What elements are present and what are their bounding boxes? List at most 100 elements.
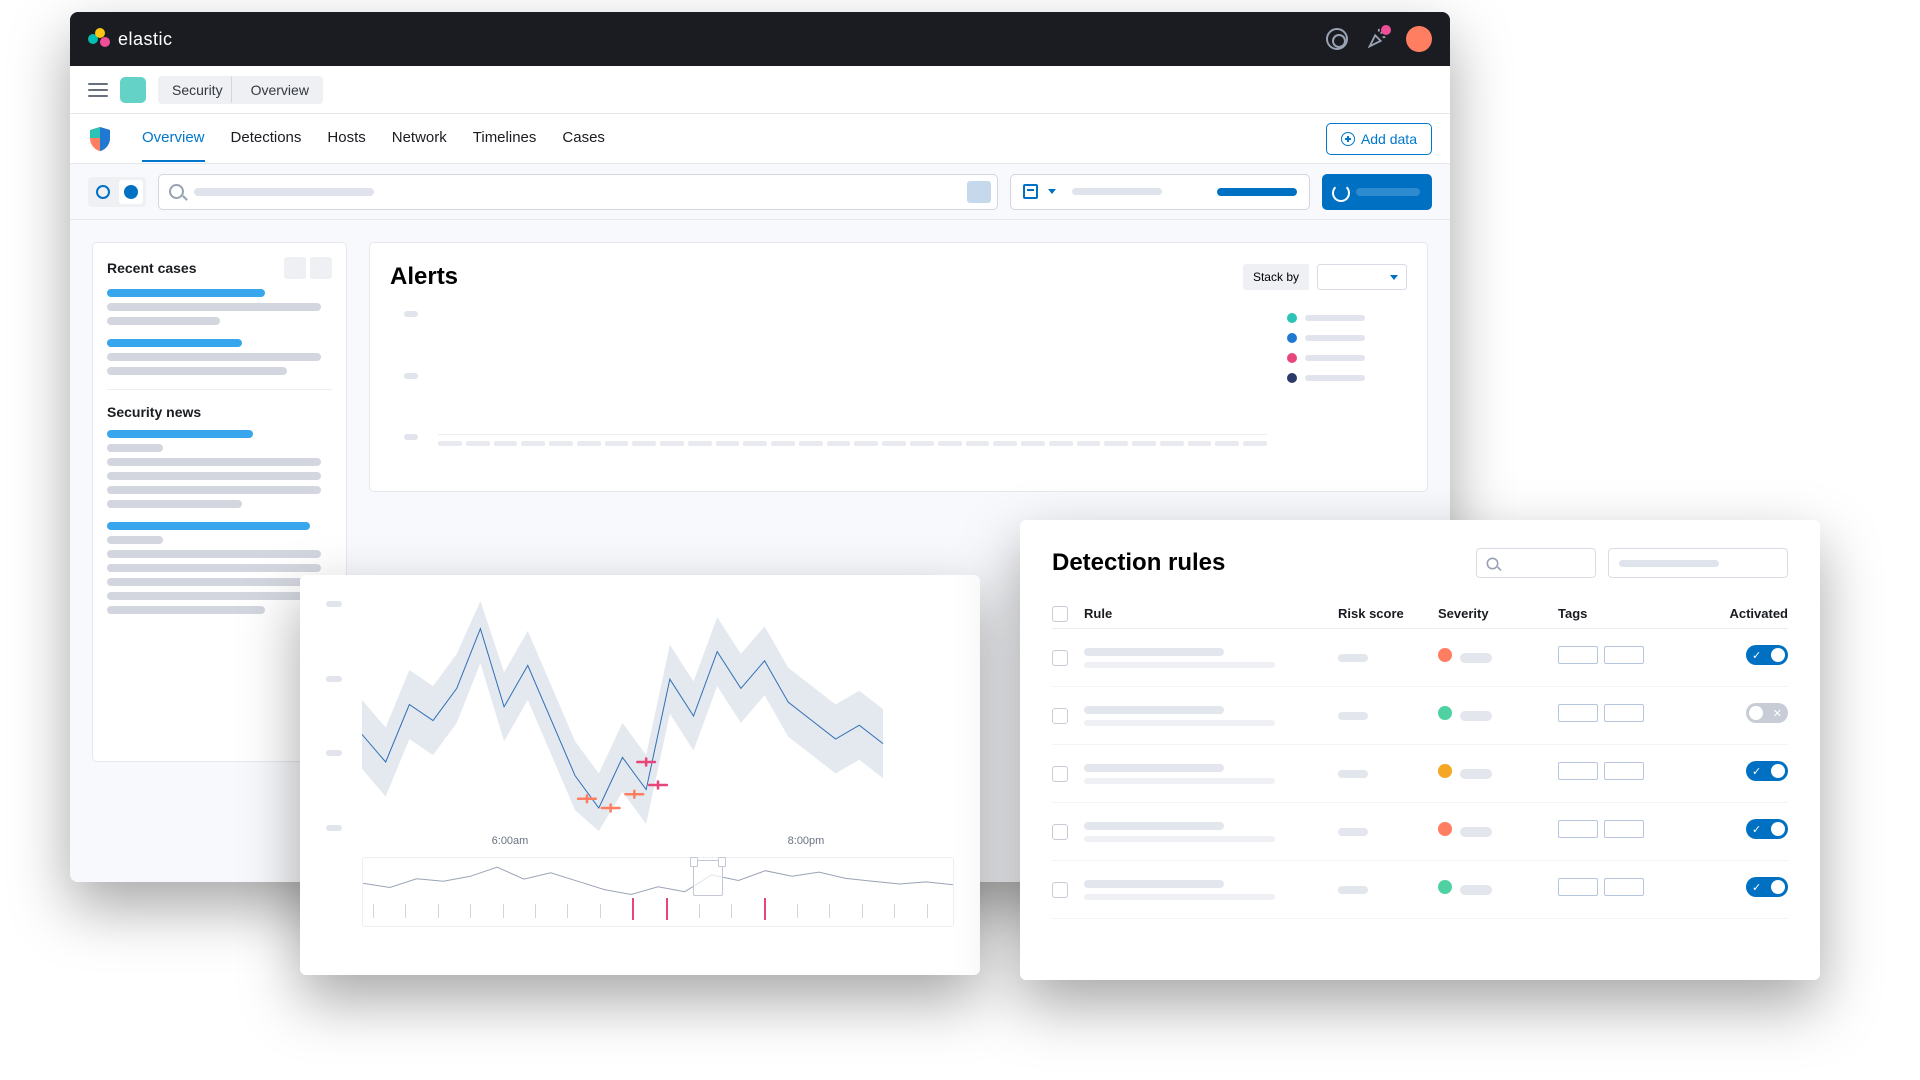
table-row[interactable]: ✓ [1052,861,1788,919]
news-link[interactable] [107,430,253,438]
elastic-logo-icon [88,28,110,50]
line-x-axis: 6:00am 8:00pm [362,835,954,847]
plus-circle-icon [1341,132,1355,146]
tag-badge[interactable] [1558,820,1598,838]
space-selector[interactable] [120,77,146,103]
date-range-picker[interactable] [1010,174,1310,210]
anomaly-chart-panel: 6:00am 8:00pm [300,575,980,975]
recent-cases-title: Recent cases [107,260,197,276]
tag-badge[interactable] [1604,820,1644,838]
chevron-down-icon [1390,275,1398,280]
tab-overview[interactable]: Overview [142,115,205,162]
timeline-minimap[interactable] [362,857,954,927]
news-link[interactable] [107,522,310,530]
rules-search-input[interactable] [1476,548,1596,578]
case-link[interactable] [107,339,242,347]
tab-hosts[interactable]: Hosts [327,115,365,162]
panel-action-icon[interactable] [310,257,332,279]
filter-mode-solid[interactable] [119,180,143,204]
tab-cases[interactable]: Cases [562,115,605,162]
panel-action-icon[interactable] [284,257,306,279]
legend-item[interactable] [1287,353,1407,363]
case-text [107,367,287,375]
filter-mode-outline[interactable] [91,180,115,204]
news-text [107,564,321,572]
search-icon [1487,557,1499,569]
detection-rules-panel: Detection rules Rule Risk score Severity… [1020,520,1820,980]
tab-timelines[interactable]: Timelines [473,115,537,162]
table-row[interactable]: ✓ [1052,745,1788,803]
kql-badge[interactable] [967,181,991,203]
tab-detections[interactable]: Detections [231,115,302,162]
tag-badge[interactable] [1604,762,1644,780]
notification-dot-icon [1381,25,1391,35]
row-checkbox[interactable] [1052,708,1068,724]
global-header: elastic [70,12,1450,66]
stack-by-select[interactable] [1317,264,1407,290]
nav-tabs: Overview Detections Hosts Network Timeli… [142,115,605,162]
row-checkbox[interactable] [1052,650,1068,666]
tag-badge[interactable] [1558,704,1598,722]
app-tabs: Overview Detections Hosts Network Timeli… [70,114,1450,164]
case-text [107,353,321,361]
activated-toggle[interactable]: ✓ [1746,761,1788,781]
row-checkbox[interactable] [1052,824,1068,840]
row-checkbox[interactable] [1052,882,1068,898]
add-data-button[interactable]: Add data [1326,123,1432,155]
tag-badge[interactable] [1604,704,1644,722]
user-avatar[interactable] [1406,26,1432,52]
alerts-x-axis [438,441,1267,446]
line-y-axis [326,601,350,831]
kql-search-input[interactable] [158,174,998,210]
header-actions [1326,26,1432,52]
tag-badge[interactable] [1558,646,1598,664]
col-risk[interactable]: Risk score [1338,606,1438,622]
legend-item[interactable] [1287,333,1407,343]
activated-toggle[interactable]: ✓ [1746,819,1788,839]
breadcrumb-item[interactable]: Overview [237,76,323,104]
legend-item[interactable] [1287,373,1407,383]
detection-rules-title: Detection rules [1052,549,1225,577]
tag-badge[interactable] [1558,878,1598,896]
brand-name: elastic [118,29,173,50]
alerts-legend [1287,305,1407,446]
breadcrumb-item[interactable]: Security [158,76,237,104]
news-text [107,444,163,452]
col-tags[interactable]: Tags [1558,606,1698,622]
tag-badge[interactable] [1604,646,1644,664]
news-text [107,458,321,466]
col-rule[interactable]: Rule [1084,606,1338,622]
news-icon[interactable] [1366,28,1388,50]
breadcrumb-bar: Security Overview [70,66,1450,114]
select-all-checkbox[interactable] [1052,606,1068,622]
case-link[interactable] [107,289,265,297]
table-row[interactable]: ✓ [1052,803,1788,861]
help-icon[interactable] [1326,28,1348,50]
brand-logo[interactable]: elastic [88,28,173,50]
news-text [107,606,265,614]
news-text [107,486,321,494]
news-text [107,578,321,586]
col-severity[interactable]: Severity [1438,606,1558,622]
table-row[interactable]: ✕ [1052,687,1788,745]
security-news-title: Security news [107,404,332,420]
brush-handle[interactable] [693,860,723,896]
tag-badge[interactable] [1604,878,1644,896]
table-row[interactable]: ✓ [1052,629,1788,687]
date-value [1217,188,1297,196]
legend-item[interactable] [1287,313,1407,323]
activated-toggle[interactable]: ✓ [1746,877,1788,897]
severity-dot-icon [1438,648,1452,662]
activated-toggle[interactable]: ✓ [1746,645,1788,665]
col-activated[interactable]: Activated [1698,606,1788,622]
refresh-button[interactable] [1322,174,1432,210]
alerts-panel: Alerts Stack by [369,242,1428,492]
breadcrumb: Security Overview [158,76,323,104]
activated-toggle[interactable]: ✕ [1746,703,1788,723]
tag-badge[interactable] [1558,762,1598,780]
tab-network[interactable]: Network [392,115,447,162]
row-checkbox[interactable] [1052,766,1068,782]
alerts-y-axis [390,305,418,446]
rules-action-button[interactable] [1608,548,1788,578]
nav-toggle-icon[interactable] [88,83,108,97]
